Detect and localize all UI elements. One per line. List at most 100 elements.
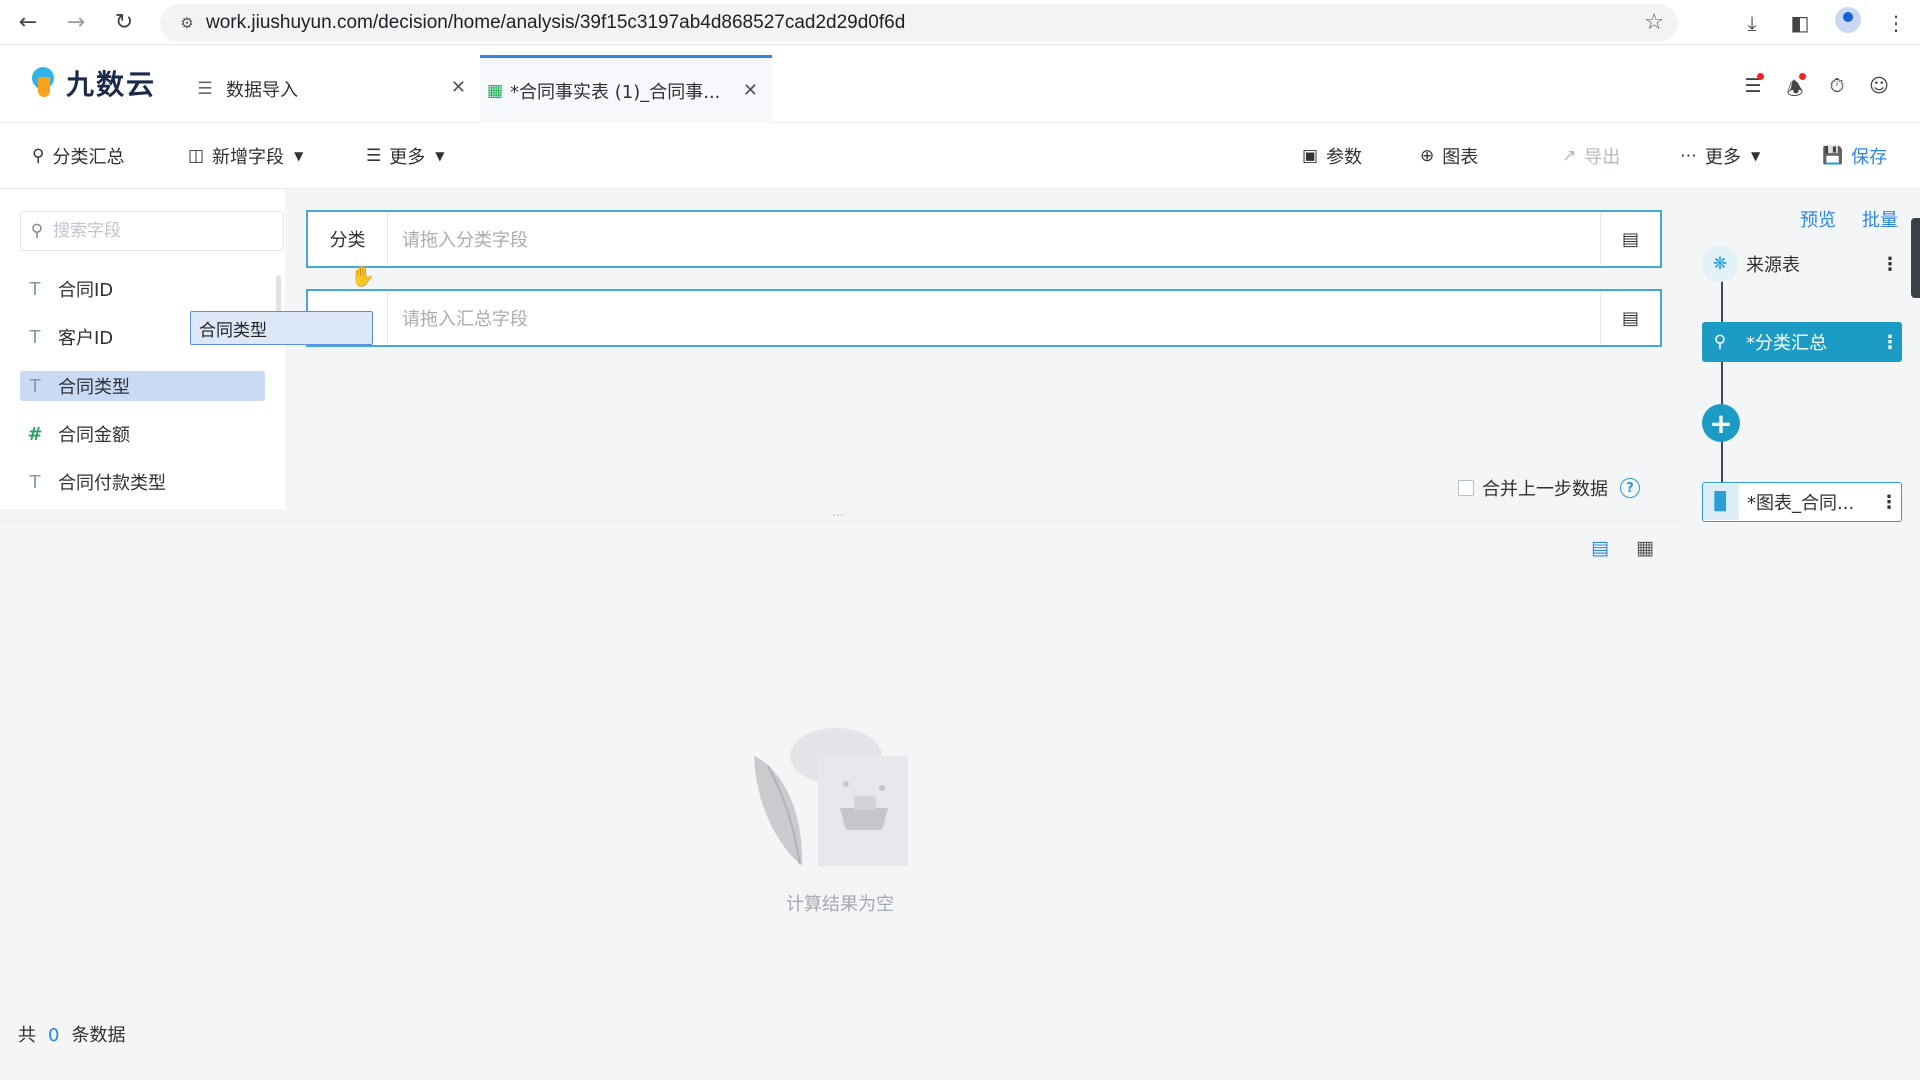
- flow-node-label: *分类汇总: [1746, 333, 1827, 354]
- row-count-number: 0: [48, 1025, 60, 1046]
- hierarchy-icon: ⚲: [1713, 332, 1727, 352]
- params-button[interactable]: ▣ 参数: [1302, 143, 1362, 169]
- database-import-icon: ☰: [197, 79, 213, 99]
- forward-icon[interactable]: →: [52, 0, 100, 45]
- bookmark-star-icon[interactable]: ☆: [1644, 10, 1664, 35]
- chart-button[interactable]: ⊕ 图表: [1420, 143, 1478, 169]
- merge-label: 合并上一步数据: [1482, 479, 1608, 500]
- row-count-prefix: 共: [18, 1025, 36, 1046]
- row-count-suffix: 条数据: [71, 1025, 126, 1046]
- briefcase-icon[interactable]: ▤: [1600, 212, 1660, 266]
- batch-link[interactable]: 批量: [1862, 206, 1898, 232]
- export-button[interactable]: ↗ 导出: [1562, 143, 1620, 169]
- merge-previous-option[interactable]: 合并上一步数据 ?: [1458, 475, 1640, 501]
- flow-node-label: *图表_合同...: [1747, 493, 1855, 514]
- export-icon: ↗: [1562, 146, 1577, 166]
- kebab-menu-icon[interactable]: ⋮: [1878, 332, 1902, 353]
- user-icon[interactable]: ☺: [1858, 75, 1900, 107]
- address-bar[interactable]: ⚙ work.jiushuyun.com/decision/home/analy…: [160, 4, 1678, 42]
- field-name: 合同付款类型: [58, 473, 166, 494]
- add-field-label: 新增字段: [212, 147, 285, 168]
- source-table-icon: ❋: [1702, 246, 1738, 282]
- field-item-payment-type[interactable]: T 合同付款类型: [20, 467, 265, 497]
- params-icon: ▣: [1302, 146, 1319, 166]
- more-circle-icon: ⋯: [1680, 146, 1697, 166]
- task-list-icon[interactable]: ☰: [1732, 73, 1774, 107]
- field-name: 合同ID: [58, 280, 114, 301]
- flow-node-label: 来源表: [1746, 255, 1800, 276]
- group-field-dropzone[interactable]: 分类 请拖入分类字段 ▤: [306, 210, 1662, 268]
- side-panel-icon[interactable]: ◧: [1776, 11, 1824, 35]
- params-label: 参数: [1326, 147, 1363, 168]
- panel-collapse-handle[interactable]: [1911, 218, 1920, 298]
- close-icon[interactable]: ✕: [451, 77, 466, 98]
- search-icon: ⚲: [30, 221, 44, 241]
- kebab-menu-icon[interactable]: ⋮: [1877, 492, 1901, 513]
- browser-menu-icon[interactable]: ⋮: [1872, 11, 1920, 35]
- group-summary-label: 分类汇总: [52, 147, 125, 168]
- logo-mark-icon: [27, 62, 60, 101]
- field-name: 客户ID: [58, 328, 114, 349]
- add-circle-icon: ⊕: [1420, 146, 1435, 166]
- save-icon: 💾: [1822, 146, 1844, 166]
- flow-node-group-summary[interactable]: ⚲ *分类汇总 ⋮: [1702, 322, 1902, 362]
- notification-bell-icon[interactable]: 🕭: [1774, 73, 1816, 107]
- more-left-button[interactable]: ☰ 更多 ▼: [366, 143, 444, 169]
- resize-handle[interactable]: ⋯: [832, 508, 845, 522]
- save-button[interactable]: 💾 保存: [1822, 143, 1887, 169]
- add-step-button[interactable]: +: [1702, 404, 1740, 442]
- more-right-button[interactable]: ⋯ 更多 ▼: [1680, 143, 1760, 169]
- save-label: 保存: [1851, 147, 1888, 168]
- caret-down-icon: ▼: [1751, 149, 1761, 163]
- group-summary-button[interactable]: ⚲ 分类汇总: [32, 143, 124, 169]
- summary-field-dropzone[interactable]: 请拖入汇总字段 ▤: [306, 289, 1662, 347]
- caret-down-icon: ▼: [435, 149, 445, 163]
- chart-label: 图表: [1442, 147, 1479, 168]
- merge-checkbox[interactable]: [1458, 480, 1474, 496]
- app-logo[interactable]: 九数云: [27, 62, 156, 103]
- list-icon: ☰: [366, 146, 382, 166]
- preview-link[interactable]: 预览: [1800, 206, 1836, 232]
- kebab-menu-icon[interactable]: ⋮: [1878, 254, 1902, 275]
- tab-data-import[interactable]: ☰ 数据导入 ✕: [190, 55, 480, 123]
- help-icon[interactable]: ?: [1620, 478, 1640, 498]
- field-item-contract-id[interactable]: T 合同ID: [20, 274, 265, 304]
- close-icon[interactable]: ✕: [743, 80, 758, 101]
- field-item-contract-amount[interactable]: # 合同金额: [20, 419, 265, 449]
- caret-down-icon: ▼: [294, 149, 304, 163]
- field-name: 合同类型: [58, 377, 130, 398]
- list-view-icon[interactable]: ▤: [1587, 535, 1613, 561]
- group-row-label: 分类: [308, 212, 388, 266]
- field-item-contract-type[interactable]: T 合同类型: [20, 371, 265, 401]
- search-input[interactable]: [53, 221, 253, 241]
- drag-ghost-field: 合同类型: [190, 311, 373, 345]
- more-left-label: 更多: [389, 147, 426, 168]
- app-tab-bar: 九数云 ☰ 数据导入 ✕ ▦ *合同事实表 (1)_合同事... ✕ ☰ 🕭 ⏱…: [0, 45, 1920, 123]
- flow-node-chart[interactable]: ▉ *图表_合同... ⋮: [1702, 482, 1902, 522]
- sheet-icon: ▦: [486, 80, 504, 101]
- summary-row-placeholder[interactable]: 请拖入汇总字段: [388, 291, 1600, 345]
- back-icon[interactable]: ←: [4, 0, 52, 45]
- tab-contract-analysis[interactable]: ▦ *合同事实表 (1)_合同事... ✕: [480, 55, 772, 123]
- text-type-icon: T: [29, 326, 41, 348]
- flow-actions: 预览 批量: [1774, 206, 1898, 232]
- grab-cursor-icon: ✋: [350, 264, 375, 288]
- field-search[interactable]: ⚲: [20, 211, 284, 251]
- text-type-icon: T: [29, 375, 41, 397]
- analysis-toolbar: ⚲ 分类汇总 ◫ 新增字段 ▼ ☰ 更多 ▼ ▣ 参数 ⊕ 图表 ↗ 导出 ⋯ …: [0, 123, 1920, 189]
- url-text[interactable]: work.jiushuyun.com/decision/home/analysi…: [206, 12, 905, 34]
- profile-avatar-icon[interactable]: [1824, 7, 1872, 38]
- briefcase-icon[interactable]: ▤: [1600, 291, 1660, 345]
- grid-view-icon[interactable]: ▦: [1632, 535, 1658, 561]
- site-settings-icon[interactable]: ⚙: [168, 14, 206, 32]
- download-icon[interactable]: ⤓: [1728, 11, 1776, 35]
- timer-icon[interactable]: ⏱: [1816, 75, 1858, 107]
- flow-connector: [1721, 263, 1723, 483]
- row-count: 共 0 条数据: [18, 1021, 125, 1047]
- add-field-button[interactable]: ◫ 新增字段 ▼: [188, 143, 303, 169]
- reload-icon[interactable]: ↻: [100, 0, 148, 45]
- group-row-placeholder[interactable]: 请拖入分类字段: [388, 212, 1600, 266]
- tab-label: 数据导入: [226, 80, 298, 101]
- flow-node-source[interactable]: ❋ 来源表 ⋮: [1702, 244, 1902, 284]
- text-type-icon: T: [29, 471, 41, 493]
